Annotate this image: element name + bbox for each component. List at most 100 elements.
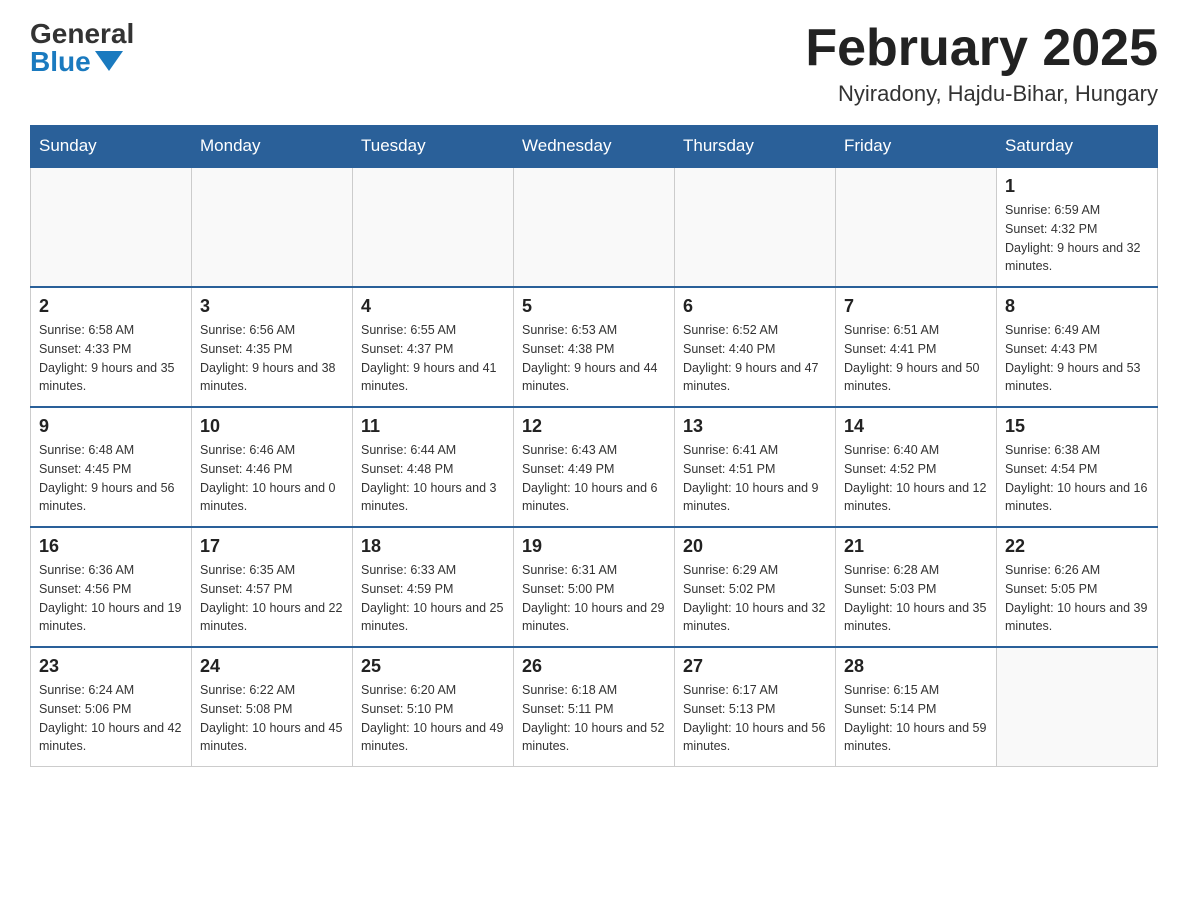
day-number: 24 [200,656,344,677]
calendar-cell: 6Sunrise: 6:52 AMSunset: 4:40 PMDaylight… [675,287,836,407]
calendar-title: February 2025 [805,20,1158,77]
calendar-cell: 2 Sunrise: 6:58 AMSunset: 4:33 PMDaylight… [31,287,192,407]
calendar-subtitle: Nyiradony, Hajdu-Bihar, Hungary [805,81,1158,107]
calendar-cell: 28 Sunrise: 6:15 AMSunset: 5:14 PMDayligh… [836,647,997,767]
title-block: February 2025 Nyiradony, Hajdu-Bihar, Hu… [805,20,1158,107]
day-number: 19 [522,536,666,557]
day-number: 25 [361,656,505,677]
day-info: Sunrise: 6:20 AMSunset: 5:10 PMDaylight:… [361,681,505,756]
logo: General Blue [30,20,134,76]
calendar-cell: 20 Sunrise: 6:29 AMSunset: 5:02 PMDayligh… [675,527,836,647]
header-day-monday: Monday [192,126,353,168]
day-number: 13 [683,416,827,437]
calendar-cell: 12 Sunrise: 6:43 AMSunset: 4:49 PMDayligh… [514,407,675,527]
day-info: Sunrise: 6:59 AMSunset: 4:32 PMDaylight:… [1005,201,1149,276]
calendar-cell [675,167,836,287]
day-info: Sunrise: 6:49 AMSunset: 4:43 PMDaylight:… [1005,321,1149,396]
calendar-cell: 16 Sunrise: 6:36 AMSunset: 4:56 PMDayligh… [31,527,192,647]
day-number: 26 [522,656,666,677]
day-number: 2 [39,296,183,317]
day-info: Sunrise: 6:58 AMSunset: 4:33 PMDaylight:… [39,321,183,396]
day-number: 9 [39,416,183,437]
logo-triangle-icon [95,51,123,71]
calendar-cell: 10 Sunrise: 6:46 AMSunset: 4:46 PMDayligh… [192,407,353,527]
calendar-cell: 21 Sunrise: 6:28 AMSunset: 5:03 PMDayligh… [836,527,997,647]
day-info: Sunrise: 6:26 AMSunset: 5:05 PMDaylight:… [1005,561,1149,636]
header-day-saturday: Saturday [997,126,1158,168]
day-info: Sunrise: 6:55 AMSunset: 4:37 PMDaylight:… [361,321,505,396]
day-number: 8 [1005,296,1149,317]
calendar-cell [353,167,514,287]
calendar-cell: 14 Sunrise: 6:40 AMSunset: 4:52 PMDayligh… [836,407,997,527]
day-info: Sunrise: 6:28 AMSunset: 5:03 PMDaylight:… [844,561,988,636]
day-info: Sunrise: 6:35 AMSunset: 4:57 PMDaylight:… [200,561,344,636]
calendar-cell: 13 Sunrise: 6:41 AMSunset: 4:51 PMDayligh… [675,407,836,527]
calendar-cell: 7 Sunrise: 6:51 AMSunset: 4:41 PMDaylight… [836,287,997,407]
calendar-cell: 5 Sunrise: 6:53 AMSunset: 4:38 PMDaylight… [514,287,675,407]
calendar-week-5: 23 Sunrise: 6:24 AMSunset: 5:06 PMDayligh… [31,647,1158,767]
calendar-cell: 27 Sunrise: 6:17 AMSunset: 5:13 PMDayligh… [675,647,836,767]
header-day-tuesday: Tuesday [353,126,514,168]
calendar-cell [192,167,353,287]
day-number: 5 [522,296,666,317]
day-number: 21 [844,536,988,557]
header-day-wednesday: Wednesday [514,126,675,168]
header-row: SundayMondayTuesdayWednesdayThursdayFrid… [31,126,1158,168]
day-number: 16 [39,536,183,557]
calendar-cell: 11Sunrise: 6:44 AMSunset: 4:48 PMDayligh… [353,407,514,527]
day-number: 27 [683,656,827,677]
calendar-cell: 26 Sunrise: 6:18 AMSunset: 5:11 PMDayligh… [514,647,675,767]
day-info: Sunrise: 6:40 AMSunset: 4:52 PMDaylight:… [844,441,988,516]
calendar-cell: 3Sunrise: 6:56 AMSunset: 4:35 PMDaylight… [192,287,353,407]
calendar-cell: 19 Sunrise: 6:31 AMSunset: 5:00 PMDayligh… [514,527,675,647]
day-info: Sunrise: 6:53 AMSunset: 4:38 PMDaylight:… [522,321,666,396]
calendar-cell: 23 Sunrise: 6:24 AMSunset: 5:06 PMDayligh… [31,647,192,767]
day-info: Sunrise: 6:46 AMSunset: 4:46 PMDaylight:… [200,441,344,516]
day-info: Sunrise: 6:56 AMSunset: 4:35 PMDaylight:… [200,321,344,396]
calendar-cell: 22 Sunrise: 6:26 AMSunset: 5:05 PMDayligh… [997,527,1158,647]
day-info: Sunrise: 6:24 AMSunset: 5:06 PMDaylight:… [39,681,183,756]
day-number: 4 [361,296,505,317]
day-info: Sunrise: 6:15 AMSunset: 5:14 PMDaylight:… [844,681,988,756]
calendar-cell [514,167,675,287]
calendar-cell: 4 Sunrise: 6:55 AMSunset: 4:37 PMDaylight… [353,287,514,407]
day-info: Sunrise: 6:17 AMSunset: 5:13 PMDaylight:… [683,681,827,756]
day-info: Sunrise: 6:29 AMSunset: 5:02 PMDaylight:… [683,561,827,636]
day-number: 11 [361,416,505,437]
day-number: 18 [361,536,505,557]
logo-blue-text: Blue [30,48,123,76]
day-info: Sunrise: 6:36 AMSunset: 4:56 PMDaylight:… [39,561,183,636]
day-info: Sunrise: 6:22 AMSunset: 5:08 PMDaylight:… [200,681,344,756]
day-info: Sunrise: 6:51 AMSunset: 4:41 PMDaylight:… [844,321,988,396]
calendar-week-2: 2 Sunrise: 6:58 AMSunset: 4:33 PMDaylight… [31,287,1158,407]
day-info: Sunrise: 6:31 AMSunset: 5:00 PMDaylight:… [522,561,666,636]
header-day-friday: Friday [836,126,997,168]
calendar-cell: 25 Sunrise: 6:20 AMSunset: 5:10 PMDayligh… [353,647,514,767]
calendar-week-4: 16 Sunrise: 6:36 AMSunset: 4:56 PMDayligh… [31,527,1158,647]
day-number: 12 [522,416,666,437]
calendar-cell: 15Sunrise: 6:38 AMSunset: 4:54 PMDayligh… [997,407,1158,527]
day-number: 22 [1005,536,1149,557]
day-number: 17 [200,536,344,557]
day-number: 7 [844,296,988,317]
calendar-cell: 24 Sunrise: 6:22 AMSunset: 5:08 PMDayligh… [192,647,353,767]
header-day-sunday: Sunday [31,126,192,168]
calendar-header: SundayMondayTuesdayWednesdayThursdayFrid… [31,126,1158,168]
day-info: Sunrise: 6:52 AMSunset: 4:40 PMDaylight:… [683,321,827,396]
day-number: 14 [844,416,988,437]
calendar-cell [997,647,1158,767]
day-number: 23 [39,656,183,677]
day-number: 28 [844,656,988,677]
calendar-cell: 1Sunrise: 6:59 AMSunset: 4:32 PMDaylight… [997,167,1158,287]
day-info: Sunrise: 6:43 AMSunset: 4:49 PMDaylight:… [522,441,666,516]
day-info: Sunrise: 6:18 AMSunset: 5:11 PMDaylight:… [522,681,666,756]
calendar-cell: 17 Sunrise: 6:35 AMSunset: 4:57 PMDayligh… [192,527,353,647]
calendar-cell [836,167,997,287]
day-info: Sunrise: 6:41 AMSunset: 4:51 PMDaylight:… [683,441,827,516]
calendar-table: SundayMondayTuesdayWednesdayThursdayFrid… [30,125,1158,767]
day-number: 20 [683,536,827,557]
day-number: 10 [200,416,344,437]
calendar-week-3: 9Sunrise: 6:48 AMSunset: 4:45 PMDaylight… [31,407,1158,527]
logo-general-text: General [30,20,134,48]
day-info: Sunrise: 6:38 AMSunset: 4:54 PMDaylight:… [1005,441,1149,516]
